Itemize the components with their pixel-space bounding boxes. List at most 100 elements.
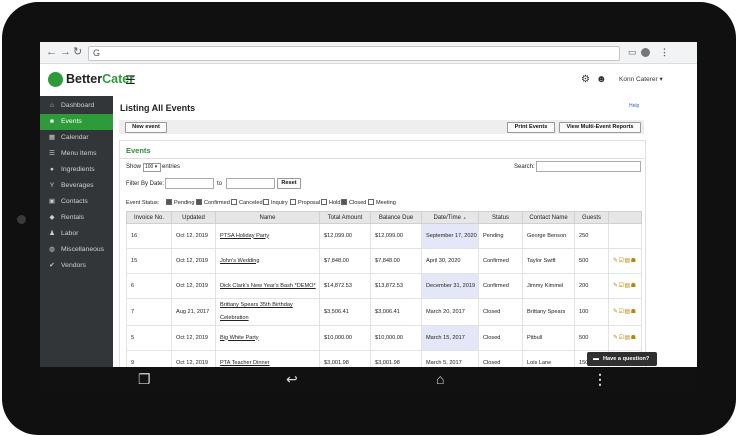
menu-icon[interactable]: ⋮ <box>593 370 607 388</box>
profile-avatar[interactable] <box>641 48 650 57</box>
sidebar-item-labor[interactable]: ♟ Labor <box>40 226 113 242</box>
status-cell: Closed <box>478 325 523 351</box>
sidebar-item-dashboard[interactable]: ⌂ Dashboard <box>40 98 113 114</box>
name-cell: Brittany Spears 35th Birthday Celebratio… <box>215 298 320 326</box>
column-header[interactable]: Guests <box>574 211 609 224</box>
name-cell: Big White Party <box>215 325 320 351</box>
status-cell: Pending <box>478 223 523 249</box>
balance-cell: $3,006.41 <box>370 298 422 326</box>
print-events-button[interactable]: Print Events <box>507 122 555 133</box>
home-icon: ⌂ <box>50 102 54 109</box>
sidebar-item-miscellaneous[interactable]: ◍ Miscellaneous <box>40 242 113 258</box>
event-link[interactable]: Big White Party <box>220 335 259 341</box>
contact-cell: George Benson <box>522 223 575 249</box>
sidebar-item-menu-items[interactable]: ☰ Menu Items <box>40 146 113 162</box>
filter-date-label: Filter By Date: <box>126 181 165 187</box>
date-cell: September 17, 2020 <box>421 223 479 249</box>
sidebar-item-calendar[interactable]: ▦ Calendar <box>40 130 113 146</box>
checkbox-checked <box>196 198 202 205</box>
column-header-actions <box>608 211 642 224</box>
device-screen: ← → ↻ G ▭ ⋮ BetterCater ☰ ⚙ ☻ Konn Cater… <box>40 42 697 391</box>
status-canceled-checkbox[interactable]: Canceled <box>231 198 263 207</box>
invoice-cell: 5 <box>126 325 172 351</box>
row-action-icons[interactable]: ✎☑▤☗ <box>613 283 636 289</box>
sidebar-item-contacts[interactable]: ▣ Contacts <box>40 194 113 210</box>
balance-cell: $10,000.00 <box>370 325 422 351</box>
entries-select[interactable]: 100 ▾ <box>143 163 161 172</box>
glass-icon: Y <box>49 182 55 189</box>
column-header[interactable]: Total Amount <box>319 211 371 224</box>
status-cell: Confirmed <box>478 273 523 299</box>
updated-cell: Oct 12, 2019 <box>171 223 216 249</box>
action-bar: New event Print Events View Multi-Event … <box>119 120 644 134</box>
status-confirmed-checkbox[interactable]: Confirmed <box>196 198 230 207</box>
globe-icon: ◍ <box>49 246 55 253</box>
address-bar[interactable]: G <box>88 46 620 61</box>
status-label: Proposal <box>298 200 321 206</box>
event-link[interactable]: John's Wedding <box>220 258 260 264</box>
balance-cell: $13,872.53 <box>370 273 422 299</box>
sidebar-item-events[interactable]: ■ Events <box>40 114 113 130</box>
recent-apps-icon[interactable]: ❐ <box>138 370 151 388</box>
row-action-icons[interactable]: ✎☑▤☗ <box>613 258 636 264</box>
chat-widget-button[interactable]: ▬ Have a question? <box>587 352 657 366</box>
home-icon[interactable]: ⌂ <box>436 370 444 388</box>
date-cell: December 31, 2019 <box>421 273 479 299</box>
status-inquiry-checkbox[interactable]: Inquiry <box>263 198 288 207</box>
hamburger-menu-icon[interactable]: ☰ <box>125 73 136 87</box>
balance-cell: $7,848.00 <box>370 248 422 274</box>
search-input[interactable] <box>536 161 641 172</box>
sidebar-item-ingredients[interactable]: ● Ingredients <box>40 162 113 178</box>
event-link[interactable]: Brittany Spears 35th Birthday Celebratio… <box>220 302 293 321</box>
checkbox-unchecked <box>231 198 237 205</box>
menu-kebab-icon[interactable]: ⋮ <box>660 47 669 57</box>
list-icon: ☰ <box>49 150 55 157</box>
status-hold-checkbox[interactable]: Hold <box>321 198 341 207</box>
total-cell: $3,506.41 <box>319 298 371 326</box>
invoice-cell: 6 <box>126 273 172 299</box>
google-icon: G <box>93 48 101 58</box>
back-icon[interactable]: ← <box>46 46 57 58</box>
back-icon[interactable]: ↩ <box>286 370 298 388</box>
event-link[interactable]: PTA Teacher Dinner <box>220 360 270 366</box>
date-from-input[interactable] <box>165 178 214 189</box>
column-header[interactable]: Name <box>215 211 320 224</box>
cast-icon[interactable]: ▭ <box>628 47 637 57</box>
status-meeting-checkbox[interactable]: Meeting <box>368 198 396 207</box>
column-header[interactable]: Balance Due <box>370 211 422 224</box>
status-closed-checkbox[interactable]: Closed <box>341 198 366 207</box>
column-header[interactable]: Updated <box>171 211 216 224</box>
row-action-icons[interactable]: ✎☑▤☗ <box>613 335 636 341</box>
status-pending-checkbox[interactable]: Pending <box>166 198 195 207</box>
column-header-sorted[interactable]: Date/Time ▲ <box>421 211 479 224</box>
column-header[interactable]: Invoice No. <box>126 211 172 224</box>
sidebar-item-label: Menu Items <box>61 150 97 157</box>
forward-icon[interactable]: → <box>60 46 71 58</box>
total-cell: $14,872.53 <box>319 273 371 299</box>
column-header[interactable]: Status <box>478 211 523 224</box>
new-event-button[interactable]: New event <box>125 122 167 133</box>
sidebar-item-vendors[interactable]: ✔ Vendors <box>40 258 113 274</box>
apple-icon: ● <box>50 166 54 173</box>
status-cell: Closed <box>478 298 523 326</box>
users-icon[interactable]: ☻ <box>596 74 607 85</box>
sidebar-item-rentals[interactable]: ◆ Rentals <box>40 210 113 226</box>
actions-cell <box>608 223 642 249</box>
user-menu[interactable]: Konn Caterer ▾ <box>619 75 663 83</box>
date-to-input[interactable] <box>226 178 275 189</box>
multi-event-reports-button[interactable]: View Multi-Event Reports <box>559 122 641 133</box>
row-action-icons[interactable]: ✎☑▤☗ <box>613 309 636 315</box>
column-header-label: Date/Time <box>433 214 461 221</box>
event-link[interactable]: PTSA Holiday Party <box>220 233 269 239</box>
reload-icon[interactable]: ↻ <box>73 46 82 58</box>
help-link[interactable]: Help <box>629 103 639 109</box>
gear-icon[interactable]: ⚙ <box>581 74 590 85</box>
guests-cell: 500 <box>574 248 609 274</box>
sidebar-item-beverages[interactable]: Y Beverages <box>40 178 113 194</box>
guests-cell: 200 <box>574 273 609 299</box>
event-link[interactable]: Dick Clark's New Year's Bash *DEMO* <box>220 283 316 289</box>
status-proposal-checkbox[interactable]: Proposal <box>290 198 321 207</box>
sidebar-item-label: Rentals <box>61 214 85 221</box>
reset-button[interactable]: Reset <box>277 178 301 189</box>
column-header[interactable]: Contact Name <box>522 211 575 224</box>
